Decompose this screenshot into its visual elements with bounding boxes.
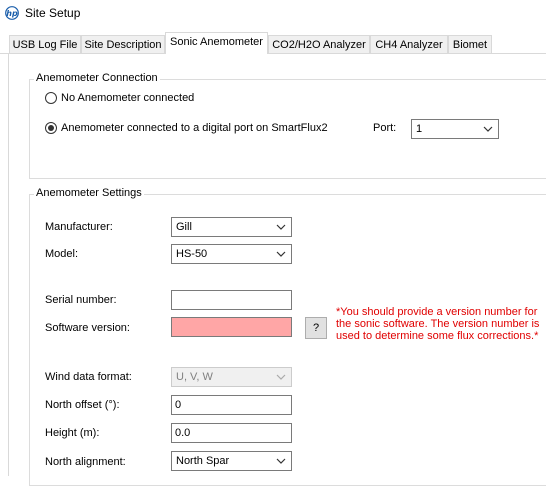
wind-data-format-select[interactable]: U, V, W — [171, 367, 292, 387]
height-value: 0.0 — [175, 427, 191, 439]
digital-port-radio[interactable] — [45, 122, 57, 134]
title-bar: hp Site Setup — [0, 0, 546, 28]
manufacturer-label: Manufacturer: — [45, 221, 113, 233]
software-version-help-button[interactable]: ? — [305, 317, 327, 339]
north-offset-input[interactable]: 0 — [171, 395, 292, 415]
software-version-warning: *You should provide a version number for… — [336, 306, 540, 342]
port-label: Port: — [373, 122, 397, 134]
anemometer-connection-title: Anemometer Connection — [34, 72, 160, 84]
port-value: 1 — [416, 123, 423, 135]
north-alignment-label: North alignment: — [45, 456, 126, 468]
manufacturer-select[interactable]: Gill — [171, 217, 292, 237]
model-label: Model: — [45, 248, 79, 260]
wind-data-format-value: U, V, W — [176, 371, 213, 383]
no-anemometer-label: No Anemometer connected — [61, 92, 195, 104]
digital-port-label: Anemometer connected to a digital port o… — [61, 122, 328, 134]
hp-logo-icon: hp — [5, 6, 19, 20]
tab-biomet[interactable]: Biomet — [448, 35, 492, 53]
anemometer-settings-title: Anemometer Settings — [34, 187, 144, 199]
tab-co2-h2o-analyzer[interactable]: CO2/H2O Analyzer — [268, 35, 370, 53]
model-value: HS-50 — [176, 248, 208, 260]
height-label: Height (m): — [45, 427, 100, 439]
software-version-input[interactable] — [171, 317, 292, 337]
port-select[interactable]: 1 — [411, 119, 499, 139]
tab-sonic-anemometer[interactable]: Sonic Anemometer — [165, 32, 268, 54]
north-offset-value: 0 — [175, 399, 182, 411]
north-alignment-select[interactable]: North Spar — [171, 451, 292, 471]
model-select[interactable]: HS-50 — [171, 244, 292, 264]
serial-number-input[interactable] — [171, 290, 292, 310]
chevron-down-icon — [276, 374, 286, 380]
chevron-down-icon — [276, 224, 286, 230]
serial-number-label: Serial number: — [45, 294, 117, 306]
tab-bar: USB Log File Site Description Sonic Anem… — [0, 32, 546, 54]
svg-text:hp: hp — [6, 9, 18, 18]
software-version-label: Software version: — [45, 322, 130, 334]
north-alignment-value: North Spar — [176, 455, 230, 467]
north-offset-label: North offset (°): — [45, 399, 120, 411]
window-title: Site Setup — [25, 6, 81, 20]
chevron-down-icon — [483, 126, 493, 132]
wind-data-format-label: Wind data format: — [45, 371, 132, 383]
tab-site-description[interactable]: Site Description — [81, 35, 165, 53]
chevron-down-icon — [276, 458, 286, 464]
no-anemometer-radio[interactable] — [45, 92, 57, 104]
manufacturer-value: Gill — [176, 221, 192, 233]
tab-ch4-analyzer[interactable]: CH4 Analyzer — [370, 35, 448, 53]
height-input[interactable]: 0.0 — [171, 423, 292, 443]
tab-usb-log-file[interactable]: USB Log File — [9, 35, 81, 53]
radio-selected-dot — [48, 125, 54, 131]
chevron-down-icon — [276, 251, 286, 257]
